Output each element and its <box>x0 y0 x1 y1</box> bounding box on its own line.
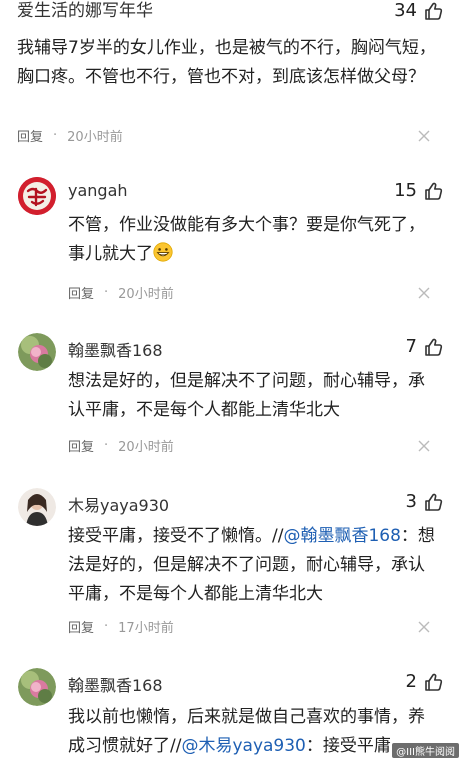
like-button[interactable]: 3 <box>406 491 443 513</box>
separator-dot: · <box>104 438 109 453</box>
avatar-image <box>18 488 56 526</box>
comment-text-before: 接受平庸，接受不了懒惰。// <box>68 526 284 546</box>
reply-button[interactable]: 回复 <box>68 283 94 302</box>
thumb-up-icon[interactable] <box>423 672 443 692</box>
close-icon[interactable] <box>418 287 430 299</box>
like-count: 3 <box>405 491 417 512</box>
avatar[interactable] <box>18 333 56 371</box>
comment-meta: 回复 · 20小时前 <box>68 283 174 302</box>
thumb-up-icon[interactable] <box>423 1 443 21</box>
thumb-up-icon[interactable] <box>423 492 443 512</box>
separator-dot: · <box>104 619 109 634</box>
mention-link[interactable]: @翰墨飘香168 <box>283 526 400 546</box>
reply-button[interactable]: 回复 <box>68 436 94 455</box>
like-count: 34 <box>394 0 417 21</box>
comment-text: 不管，作业没做能有多大个事？要是你气死了，事儿就大了 <box>68 211 438 269</box>
comment-text-body: 不管，作业没做能有多大个事？要是你气死了，事儿就大了 <box>68 215 425 264</box>
timestamp: 20小时前 <box>67 130 123 145</box>
avatar-image <box>18 668 56 706</box>
close-icon[interactable] <box>418 130 430 142</box>
timestamp: 17小时前 <box>118 621 174 636</box>
comment-meta: 回复 · 20小时前 <box>68 436 174 455</box>
like-button[interactable]: 2 <box>406 671 443 693</box>
like-button[interactable]: 15 <box>394 180 443 202</box>
avatar[interactable] <box>18 668 56 706</box>
separator-dot: · <box>53 128 58 143</box>
reply-button[interactable]: 回复 <box>17 126 43 145</box>
avatar-image <box>18 333 56 371</box>
top-comment: 爱生活的娜写年华 34 我辅导7岁半的女儿作业，也是被气的不行，胸闷气短，胸口疼… <box>0 0 465 140</box>
comment-text: 接受平庸，接受不了懒惰。//@翰墨飘香168：想法是好的，但是解决不了问题，耐心… <box>68 522 438 609</box>
avatar-image <box>18 177 56 215</box>
close-icon[interactable] <box>418 621 430 633</box>
comment-meta: 回复 · 20小时前 <box>17 126 123 145</box>
comment-author[interactable]: 翰墨飘香168 <box>68 672 163 696</box>
thumb-up-icon[interactable] <box>423 181 443 201</box>
comment-author[interactable]: yangah <box>68 181 128 200</box>
comment-text: 我辅导7岁半的女儿作业，也是被气的不行，胸闷气短，胸口疼。不管也不行，管也不对，… <box>17 38 436 87</box>
avatar[interactable] <box>18 488 56 526</box>
reply-button[interactable]: 回复 <box>68 617 94 636</box>
thumb-up-icon[interactable] <box>423 337 443 357</box>
comment-text-after: ：接受平庸 <box>305 736 391 756</box>
timestamp: 20小时前 <box>118 440 174 455</box>
close-icon[interactable] <box>418 440 430 452</box>
comment-text: 想法是好的，但是解决不了问题，耐心辅导，承认平庸，不是每个人都能上清华北大 <box>68 371 425 420</box>
timestamp: 20小时前 <box>118 287 174 302</box>
grinning-face-icon <box>153 242 173 262</box>
comment-text: 我以前也懒惰，后来就是做自己喜欢的事情，养成习惯就好了//@木易yaya930：… <box>68 703 438 761</box>
like-count: 15 <box>394 180 417 201</box>
mention-link[interactable]: @木易yaya930 <box>181 736 305 756</box>
separator-dot: · <box>104 285 109 300</box>
like-count: 7 <box>405 336 417 357</box>
like-button[interactable]: 7 <box>406 336 443 358</box>
avatar[interactable] <box>18 177 56 215</box>
like-button[interactable]: 34 <box>394 0 443 22</box>
watermark: @III熊牛阅阅 <box>392 743 459 758</box>
like-count: 2 <box>405 671 417 692</box>
comment-meta: 回复 · 17小时前 <box>68 617 174 636</box>
comment-author[interactable]: 翰墨飘香168 <box>68 337 163 361</box>
comment-author[interactable]: 木易yaya930 <box>68 492 169 516</box>
comment-author[interactable]: 爱生活的娜写年华 <box>17 0 153 22</box>
